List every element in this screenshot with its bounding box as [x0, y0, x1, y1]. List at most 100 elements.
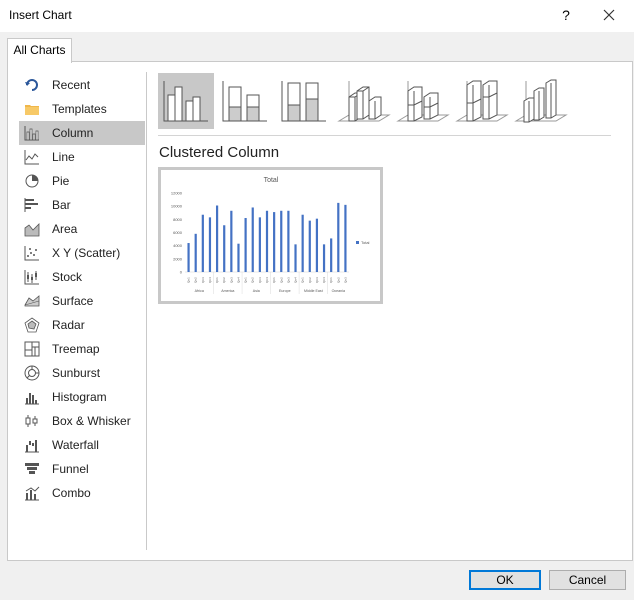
category-combo[interactable]: Combo [19, 481, 145, 505]
combo-chart-icon [25, 486, 40, 501]
column-chart-icon [24, 126, 39, 141]
help-button[interactable]: ? [556, 4, 576, 26]
preview-group-label: America [221, 289, 234, 293]
preview-title: Total [264, 177, 279, 184]
category-column[interactable]: Column [19, 121, 145, 145]
preview-bar [294, 244, 297, 272]
preview-quarter-label: Qtr1 [301, 277, 305, 283]
category-label: Combo [52, 486, 91, 500]
preview-y-tick: 4000 [173, 243, 183, 248]
preview-group-label: Asia [253, 289, 260, 293]
preview-quarter-label: Qtr3 [343, 277, 347, 283]
category-radar[interactable]: Radar [19, 313, 145, 337]
preview-bar [237, 243, 240, 272]
category-label: Histogram [52, 390, 107, 404]
preview-group-label: Oceania [332, 289, 345, 293]
preview-quarter-label: Qtr4 [265, 277, 269, 283]
area-chart-icon [24, 223, 40, 237]
category-waterfall[interactable]: Waterfall [19, 433, 145, 457]
preview-y-tick: 10000 [171, 204, 183, 209]
chart-category-list: Recent Templates Column Line Pie Bar Area X Y (… [19, 73, 145, 505]
preview-quarter-label: Qtr3 [286, 277, 290, 283]
subtype-stacked-column-button[interactable] [217, 73, 273, 129]
category-surface[interactable]: Surface [19, 289, 145, 313]
chart-panel: Recent Templates Column Line Pie Bar Area X Y (… [7, 61, 633, 561]
preview-bar [273, 212, 276, 272]
category-x-y-scatter[interactable]: X Y (Scatter) [19, 241, 145, 265]
category-sunburst[interactable]: Sunburst [19, 361, 145, 385]
preview-y-tick: 2000 [173, 256, 183, 261]
stock-chart-icon [24, 270, 39, 285]
radar-chart-icon [24, 317, 40, 333]
title-bar: Insert Chart ? [0, 0, 634, 32]
category-recent[interactable]: Recent [19, 73, 145, 97]
clustered-column-icon [163, 81, 208, 122]
pie-chart-icon [25, 174, 39, 188]
category-area[interactable]: Area [19, 217, 145, 241]
panel-divider [146, 72, 147, 550]
preview-y-tick: 8000 [173, 217, 183, 222]
subtype-100-stacked-column-button[interactable] [276, 73, 332, 129]
preview-quarter-label: Qtr1 [244, 277, 248, 283]
subtype-3d-clustered-column-button[interactable] [335, 73, 391, 129]
category-label: Stock [52, 270, 83, 284]
category-label: Line [52, 150, 75, 164]
recent-icon [25, 79, 38, 91]
category-stock[interactable]: Stock [19, 265, 145, 289]
category-label: Radar [52, 318, 85, 332]
close-button[interactable] [598, 4, 620, 26]
3d-stacked-column-icon [396, 81, 450, 122]
preview-bar [223, 225, 226, 272]
preview-bar [201, 214, 204, 272]
tab-all-charts[interactable]: All Charts [7, 38, 72, 63]
preview-bar [265, 210, 269, 272]
subtype-3d-column-button[interactable] [512, 73, 568, 129]
3d-column-icon [514, 79, 568, 123]
preview-quarter-label: Qtr4 [322, 277, 326, 283]
preview-chart: Total 020004000600080001000012000 Qtr1 Qt… [171, 177, 370, 294]
preview-bar [215, 205, 219, 272]
folder-icon [25, 105, 39, 115]
cancel-button[interactable]: Cancel [549, 570, 626, 590]
preview-y-tick: 6000 [173, 230, 183, 235]
100-stacked-column-icon [281, 81, 326, 122]
category-label: Sunburst [52, 366, 101, 380]
preview-quarter-label: Qtr2 [222, 277, 226, 283]
subtype-name: Clustered Column [159, 144, 280, 161]
3d-100-stacked-column-icon [455, 80, 509, 122]
category-histogram[interactable]: Histogram [19, 385, 145, 409]
preview-bar [301, 214, 304, 272]
category-pie[interactable]: Pie [19, 169, 145, 193]
chart-preview[interactable]: Total 0 2000 4000 6000 8000 10000 12000 Qtr1 Qt… [158, 167, 383, 304]
category-treemap[interactable]: Treemap [19, 337, 145, 361]
category-funnel[interactable]: Funnel [19, 457, 145, 481]
preview-bar [308, 220, 311, 272]
ok-button[interactable]: OK [469, 570, 541, 590]
treemap-chart-icon [24, 341, 40, 357]
category-bar[interactable]: Bar [19, 193, 145, 217]
preview-bar [344, 204, 347, 272]
category-templates[interactable]: Templates [19, 97, 145, 121]
box-whisker-chart-icon [25, 415, 38, 427]
bar-chart-icon [24, 198, 38, 212]
category-label: Recent [52, 78, 91, 92]
preview-bar [322, 244, 326, 272]
category-line[interactable]: Line [19, 145, 145, 169]
preview-y-tick: 12000 [171, 191, 183, 196]
preview-bar [280, 210, 283, 272]
preview-quarter-label: Qtr2 [308, 277, 312, 283]
preview-quarter-label: Qtr1 [215, 277, 219, 283]
preview-quarter-label: Qtr4 [236, 277, 240, 283]
subtype-clustered-column-button[interactable] [158, 73, 214, 129]
preview-bar [187, 243, 190, 272]
preview-quarter-label: Qtr4 [208, 277, 212, 283]
preview-bar [258, 217, 261, 272]
preview-bar [194, 233, 197, 272]
category-box-whisker[interactable]: Box & Whisker [19, 409, 145, 433]
line-chart-icon [24, 150, 39, 165]
category-label: Waterfall [52, 438, 99, 452]
legend-swatch [356, 241, 359, 244]
preview-quarter-label: Qtr2 [251, 277, 255, 283]
subtype-3d-stacked-column-button[interactable] [394, 73, 450, 129]
subtype-3d-100-stacked-column-button[interactable] [453, 73, 509, 129]
